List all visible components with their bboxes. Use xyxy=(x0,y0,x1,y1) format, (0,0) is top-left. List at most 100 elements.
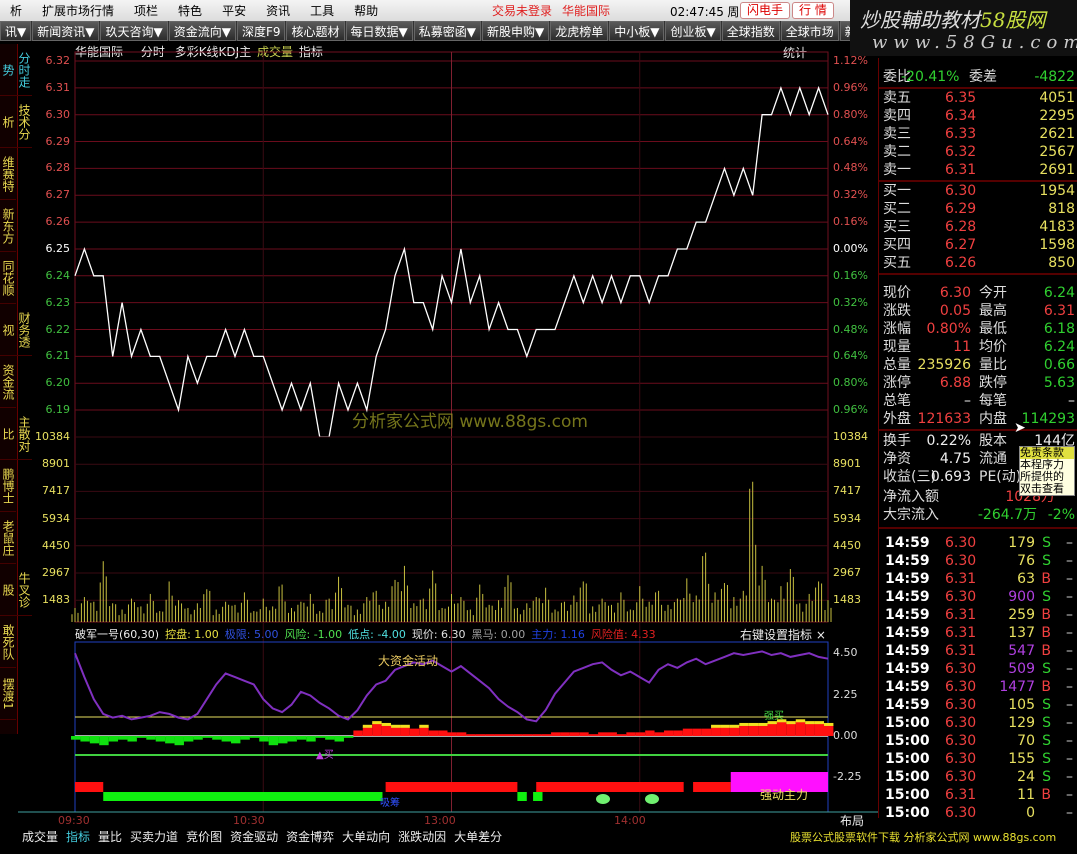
bottom-tab[interactable]: 资金驱动 xyxy=(230,828,278,848)
price-tick: 6.25 xyxy=(45,241,71,255)
tick-row: 14:59 6.30 509 S – xyxy=(883,660,1075,678)
legend-sep: : xyxy=(433,628,442,641)
weidiff-value: -4822 xyxy=(1034,69,1075,85)
bottom-tab[interactable]: 指标 xyxy=(66,828,90,848)
strong-force-label: 强动主力 xyxy=(760,788,809,802)
bid-label: 买二 xyxy=(883,201,911,217)
price-tick: 6.23 xyxy=(45,295,71,309)
strong-buy-label: 强买 xyxy=(764,711,784,722)
tick-side: S xyxy=(1042,661,1051,677)
fund-bar xyxy=(334,736,344,742)
bid-row: 买一 6.30 1954 xyxy=(883,182,1075,200)
fund-bar xyxy=(183,736,194,742)
tick-time: 14:59 xyxy=(885,589,930,605)
tick-side: B xyxy=(1041,679,1051,695)
bid-price: 6.28 xyxy=(945,219,977,235)
price-tick: 6.26 xyxy=(45,215,71,229)
legend-value: 1.00 xyxy=(194,628,219,641)
pct-tick: 0.48% xyxy=(833,322,868,336)
volume-tick-right: 5934 xyxy=(833,511,861,525)
bottom-tab[interactable]: 大单动向 xyxy=(342,828,390,848)
tick-time: 14:59 xyxy=(885,553,930,569)
fund-bar-top xyxy=(711,724,721,728)
stat-label2: 内盘 xyxy=(979,411,1007,427)
signal-band xyxy=(103,792,383,801)
stat-label: 现价 xyxy=(883,285,911,301)
stat-label2: 每笔 xyxy=(979,393,1007,409)
bottom-tab[interactable]: 量比 xyxy=(98,828,122,848)
fund-bar xyxy=(212,736,222,740)
stat-label2: 跌停 xyxy=(979,375,1007,391)
bottom-tab[interactable]: 买卖力道 xyxy=(130,828,178,848)
volume-tick: 5934 xyxy=(42,511,70,525)
tick-row: 15:00 6.30 24 S – xyxy=(883,768,1075,786)
stat-label: 现量 xyxy=(883,339,911,355)
volume-tick-right: 4450 xyxy=(833,538,861,552)
bottom-tab[interactable]: 竞价图 xyxy=(186,828,222,848)
bid-row: 买三 6.28 4183 xyxy=(883,218,1075,236)
stat-value: – xyxy=(964,393,971,409)
fund-bar xyxy=(400,726,410,736)
bottom-tab[interactable]: 涨跌动因 xyxy=(398,828,446,848)
fund-bar xyxy=(607,732,617,736)
fund-bar-top xyxy=(786,721,796,725)
stat-row: 涨幅 0.80% 最低 6.18 xyxy=(883,320,1075,338)
stat-value2: 6.24 xyxy=(1043,339,1075,355)
footer-ad[interactable]: 股票公式股票软件下载 分析家公式网 www.88gs.com xyxy=(790,829,1056,845)
fund-bar xyxy=(315,736,326,738)
layout-button[interactable]: 布局 xyxy=(840,812,864,829)
tick-row: 15:00 6.30 0 – xyxy=(883,804,1075,822)
pct-tick: 0.32% xyxy=(833,188,868,202)
time-tick: 09:30 xyxy=(58,814,90,827)
volume-tick: 8901 xyxy=(42,457,70,471)
tick-time: 14:59 xyxy=(885,535,930,551)
bottom-tab[interactable]: 大单差分 xyxy=(454,828,502,848)
tick-side: S xyxy=(1042,751,1051,767)
tick-price: 6.30 xyxy=(945,661,977,677)
stat-value: 0.80% xyxy=(926,321,971,337)
fund-bar xyxy=(532,734,542,736)
fund-label: 换手 xyxy=(883,433,911,449)
block-row: 大宗流入 -264.7万 -2% xyxy=(883,506,1075,524)
tick-price: 6.30 xyxy=(945,769,977,785)
fund-bar xyxy=(249,736,260,738)
legend-value: 0.00 xyxy=(500,628,526,641)
fund-bar xyxy=(654,732,664,736)
time-tick: 13:00 xyxy=(424,814,456,827)
fund-bar xyxy=(673,730,683,736)
legend-value: 5.00 xyxy=(253,628,279,641)
ask-price: 6.35 xyxy=(945,90,977,106)
tick-side: B xyxy=(1041,607,1051,623)
tick-dash: – xyxy=(1066,733,1073,749)
fund-bar-top xyxy=(795,719,806,723)
tick-side: S xyxy=(1042,535,1051,551)
pct-tick: 0.80% xyxy=(833,376,868,390)
fund-bar xyxy=(711,726,721,736)
fund-bar xyxy=(814,723,824,736)
indicator-tick: 0.00 xyxy=(833,729,858,742)
tick-time: 15:00 xyxy=(885,715,930,731)
legend-key: 极限 xyxy=(224,628,247,641)
fund-bar xyxy=(381,724,392,736)
bottom-tab[interactable]: 资金博弈 xyxy=(286,828,334,848)
tick-price: 6.30 xyxy=(945,553,977,569)
legend-sep: : xyxy=(493,628,501,641)
tick-dash: – xyxy=(1066,589,1073,605)
fund-bar-top xyxy=(824,722,834,726)
indicator-settings-hint[interactable]: 右键设置指标 × xyxy=(740,626,826,643)
disclaimer-tooltip[interactable]: 免责条款 本程序力 所提供的 双击查看 xyxy=(1019,446,1075,496)
legend-value: -4.00 xyxy=(377,628,406,641)
fund-bar xyxy=(409,728,420,736)
bottom-tab[interactable]: 成交量 xyxy=(22,828,58,848)
bottom-buy-label: ▲买 xyxy=(316,750,334,761)
tick-dash: – xyxy=(1066,535,1073,551)
tick-dash: – xyxy=(1066,787,1073,803)
fund-bar-top xyxy=(381,722,392,726)
fund-bar xyxy=(692,728,702,736)
fund-value: 4.75 xyxy=(939,451,971,467)
tick-time: 15:00 xyxy=(885,805,930,821)
tick-volume: 129 xyxy=(1008,715,1035,731)
fund-bar xyxy=(268,736,279,746)
stat-value: 6.30 xyxy=(939,285,971,301)
fund-bar xyxy=(259,736,269,742)
